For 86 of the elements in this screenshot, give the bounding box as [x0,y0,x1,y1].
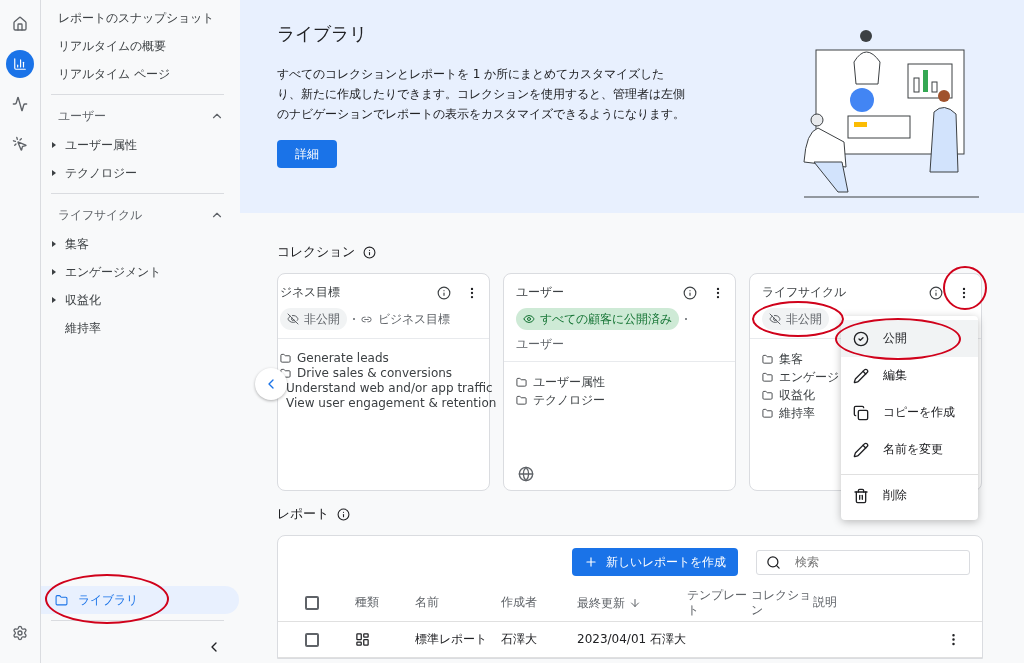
info-icon[interactable] [683,285,697,300]
copy-icon [853,404,869,421]
nav-item[interactable]: リアルタイムの概要 [41,32,240,60]
folder-label: 収益化 [779,387,815,404]
nav-group-label: ライフサイクル [58,206,142,224]
nav-item[interactable]: エンゲージメント [41,258,240,286]
folder-icon [762,372,773,383]
folder-label: 集客 [779,351,803,368]
menu-item[interactable]: 名前を変更 [841,431,978,468]
trend-icon [12,96,28,112]
folder-icon [762,408,773,419]
column-header[interactable]: テンプレート [687,587,751,618]
collection-type-label: ビジネス目標 [378,310,450,328]
pencil-icon [853,367,869,384]
menu-item[interactable]: コピーを作成 [841,394,978,431]
nav-item[interactable]: リアルタイム ページ [41,60,240,88]
folder-icon [762,390,773,401]
plus-icon [584,555,598,569]
table-cell-text: 石澤大 [501,632,538,647]
search-field[interactable]: 検索 [756,549,970,575]
settings-icon [12,625,28,641]
nav-item[interactable]: テクノロジー [41,159,240,187]
dashboard-icon [355,632,370,647]
nav-item[interactable]: ライブラリ [41,586,239,614]
card-title: ユーザー [516,284,565,301]
section-heading: コレクション [277,243,355,261]
bar-chart-icon [13,57,27,71]
column-header[interactable]: 名前 [415,595,501,610]
info-icon[interactable] [437,285,451,300]
folder-label: View user engagement & retention [286,396,497,410]
eye-off-icon [769,313,781,325]
folder-label: Drive sales & conversions [297,366,453,380]
table-cell-text: 標準レポート [415,632,488,647]
search-icon [766,554,781,570]
chip-label: 非公開 [304,310,340,328]
folder-label: Understand web and/or app traffic [286,381,493,395]
column-header[interactable]: 種類 [355,595,415,610]
checkbox[interactable] [305,632,319,647]
chip-label: 非公開 [786,310,822,328]
cursor-click-icon [12,136,28,152]
check-circle-icon [853,330,869,347]
info-icon[interactable] [929,285,943,300]
menu-item[interactable]: 編集 [841,357,978,394]
folder-icon [516,377,527,388]
folder-icon [280,352,291,364]
column-header[interactable]: 作成者 [501,595,577,610]
folder-label: ユーザー属性 [533,374,605,391]
column-header[interactable]: 説明 [813,595,946,610]
nav-rail-button[interactable] [6,50,34,78]
folder-label: テクノロジー [533,392,605,409]
home-icon [12,16,28,32]
nav-item[interactable]: 維持率 [41,314,240,342]
menu-item[interactable]: 削除 [841,474,978,516]
collection-type-label: ユーザー [516,336,564,353]
folder-label: Generate leads [297,351,389,365]
nav-item[interactable]: ユーザー属性 [41,131,240,159]
help-icon[interactable] [337,507,350,521]
pencil-icon [853,441,869,458]
nav-item[interactable]: レポートのスナップショット [41,4,240,32]
card-title: ライフサイクル [762,284,847,301]
folder-label: 維持率 [779,405,815,422]
column-header[interactable]: 最終更新 [577,595,625,610]
menu-item[interactable]: 公開 [841,320,978,357]
details-button[interactable]: 詳細 [277,140,337,168]
nav-item[interactable]: 集客 [41,230,240,258]
folder-icon [762,354,773,365]
eye-icon [523,313,535,325]
folder-label: エンゲージ [779,369,839,386]
checkbox[interactable] [305,595,319,610]
section-heading: レポート [277,505,329,523]
folder-icon [516,395,527,406]
column-header[interactable]: コレクション [751,587,813,618]
sort-arrow-icon[interactable] [629,596,641,609]
description-text: すべてのコレクションとレポートを 1 か所にまとめてカスタマイズしたり、新たに作成したりできます。コレクションを使用すると、管理者は左側のナビゲーションでレポートの表示をカスタマイズできるようになります。 [277,66,686,123]
globe-icon [518,466,534,482]
eye-off-icon [287,313,299,325]
folder-icon [55,593,68,607]
chip-label: すべての顧客に公開済み [540,310,672,328]
create-report-button[interactable]: 新しいレポートを作成 [572,548,738,576]
nav-item[interactable]: 収益化 [41,286,240,314]
page-title: ライブラリ [277,22,368,46]
table-cell: 2023/04/01 石澤大 [577,632,687,647]
nav-group-label: ユーザー [58,107,106,125]
card-title: ジネス目標 [280,284,341,301]
help-icon[interactable] [363,245,376,259]
trash-icon [853,487,869,504]
